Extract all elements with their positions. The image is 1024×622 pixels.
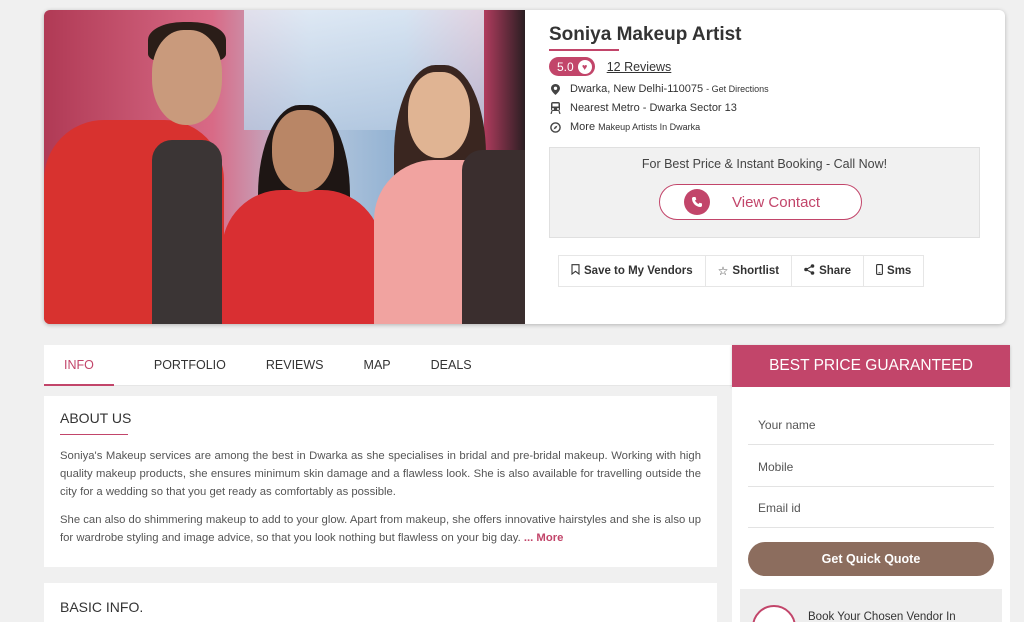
bookmark-icon: [571, 264, 580, 278]
mobile-icon: [876, 264, 883, 278]
best-price-form: Your name Mobile Email id Get Quick Quot…: [732, 387, 1010, 622]
vendor-info: Soniya Makeup Artist 5.0 ♥ 12 Reviews Dw…: [549, 24, 989, 133]
tab-info[interactable]: INFO: [44, 345, 114, 386]
name-field[interactable]: Your name: [748, 405, 994, 445]
address-text: Dwarka, New Delhi-110075: [570, 83, 704, 95]
person-1-face: [152, 30, 222, 125]
book-vendor-text: Book Your Chosen Vendor In: [808, 611, 956, 622]
location-pin-icon: [549, 83, 561, 95]
more-label: More: [570, 121, 596, 133]
tab-reviews[interactable]: REVIEWS: [266, 345, 324, 386]
booking-text: For Best Price & Instant Booking - Call …: [641, 157, 888, 171]
tab-map[interactable]: MAP: [364, 345, 391, 386]
compass-icon: [549, 121, 561, 133]
rating-value: 5.0: [557, 59, 574, 74]
star-icon: ☆: [717, 264, 729, 278]
more-line: More Makeup Artists In Dwarka: [549, 121, 989, 133]
email-field[interactable]: Email id: [748, 488, 994, 528]
sms-label: Sms: [887, 265, 912, 277]
share-button[interactable]: Share: [791, 255, 865, 287]
about-title: ABOUT US: [60, 410, 132, 426]
more-link[interactable]: ... More: [524, 532, 564, 544]
book-vendor-box: Book Your Chosen Vendor In: [740, 589, 1002, 622]
mobile-field[interactable]: Mobile: [748, 447, 994, 487]
more-makeup-artists-link[interactable]: Makeup Artists In Dwarka: [598, 122, 700, 132]
shortlist-button[interactable]: ☆ Shortlist: [704, 255, 793, 287]
train-icon: [549, 102, 561, 114]
metro-line: Nearest Metro - Dwarka Sector 13: [549, 102, 989, 114]
about-section: ABOUT US Soniya's Makeup services are am…: [44, 396, 717, 567]
about-paragraph-2: She can also do shimmering makeup to add…: [60, 511, 701, 547]
booking-box: For Best Price & Instant Booking - Call …: [549, 147, 980, 238]
rating-badge: 5.0 ♥: [549, 57, 595, 76]
view-contact-label: View Contact: [732, 193, 821, 211]
about-paragraph-1: Soniya's Makeup services are among the b…: [60, 450, 701, 498]
person-3-face: [408, 72, 470, 158]
basic-info-section: BASIC INFO.: [44, 583, 717, 622]
phone-icon: [684, 189, 710, 215]
person-2-face: [272, 110, 334, 192]
best-price-header: BEST PRICE GUARANTEED: [732, 345, 1010, 387]
about-paragraph-2-text: She can also do shimmering makeup to add…: [60, 514, 701, 544]
tab-deals[interactable]: DEALS: [431, 345, 472, 386]
heart-icon: ♥: [577, 59, 592, 74]
metro-text: Nearest Metro - Dwarka Sector 13: [570, 102, 737, 114]
basic-info-title: BASIC INFO.: [60, 599, 144, 615]
person-3-jacket: [462, 150, 525, 324]
rating-row: 5.0 ♥ 12 Reviews: [549, 57, 989, 76]
get-directions-link[interactable]: - Get Directions: [706, 84, 769, 94]
title-underline: [549, 49, 619, 51]
sms-button[interactable]: Sms: [863, 255, 925, 287]
shortlist-label: Shortlist: [732, 265, 780, 277]
share-icon: [804, 264, 815, 278]
save-label: Save to My Vendors: [584, 265, 693, 277]
tab-portfolio[interactable]: PORTFOLIO: [154, 345, 226, 386]
vendor-title: Soniya Makeup Artist: [549, 24, 742, 45]
address-line: Dwarka, New Delhi-110075 - Get Direction…: [549, 83, 989, 95]
vendor-card: Soniya Makeup Artist 5.0 ♥ 12 Reviews Dw…: [44, 10, 1005, 324]
person-1-shirt: [152, 140, 222, 324]
book-icon: [752, 605, 796, 622]
person-2-jacket: [222, 190, 382, 324]
get-quick-quote-button[interactable]: Get Quick Quote: [748, 542, 994, 576]
share-label: Share: [819, 265, 852, 277]
reviews-link[interactable]: 12 Reviews: [607, 60, 672, 74]
info-tabs: INFO PORTFOLIO REVIEWS MAP DEALS: [44, 345, 732, 386]
vendor-photo[interactable]: [44, 10, 525, 324]
view-contact-button[interactable]: View Contact: [659, 184, 862, 220]
about-underline: [60, 434, 128, 435]
save-to-vendors-button[interactable]: Save to My Vendors: [558, 255, 706, 287]
vendor-actions: Save to My Vendors ☆ Shortlist Share Sms: [558, 255, 925, 287]
